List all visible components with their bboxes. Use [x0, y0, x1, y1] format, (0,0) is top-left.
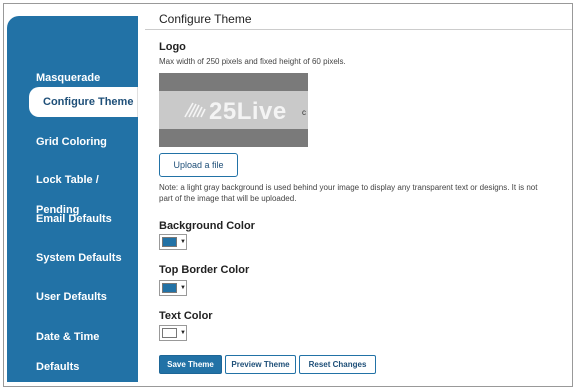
chevron-down-icon: ▼ — [180, 285, 186, 291]
title-divider — [145, 29, 572, 30]
preview-theme-button[interactable]: Preview Theme — [225, 355, 296, 374]
sidebar-item-lock-table-pending[interactable]: Lock Table / Pending — [7, 165, 138, 216]
logo-background: 25Live c — [159, 91, 308, 129]
chevron-down-icon: ▼ — [180, 239, 186, 245]
sidebar-item-email-defaults[interactable]: Email Defaults — [7, 204, 138, 234]
logo-wordmark: 25Live — [209, 98, 287, 125]
top-border-color-label: Top Border Color — [159, 264, 250, 276]
logo-preview: 25Live c — [159, 73, 308, 147]
logo-hint: Max width of 250 pixels and fixed height… — [159, 57, 346, 66]
sidebar-item-date-time-defaults[interactable]: Date & Time Defaults — [7, 322, 138, 373]
top-border-color-swatch — [162, 283, 177, 293]
note-line-1: Note: a light gray background is used be… — [159, 183, 538, 192]
logo-top-band — [159, 73, 308, 91]
background-color-picker[interactable]: ▼ — [159, 234, 187, 250]
logo-label: Logo — [159, 41, 186, 53]
upload-file-button[interactable]: Upload a file — [159, 153, 238, 177]
logo-rays-icon — [184, 102, 206, 118]
logo-cursor-mark: c — [302, 108, 306, 117]
sidebar-item-system-defaults[interactable]: System Defaults — [7, 243, 138, 273]
chevron-down-icon: ▼ — [180, 330, 186, 336]
text-color-swatch — [162, 328, 177, 338]
background-color-swatch — [162, 237, 177, 247]
save-theme-button[interactable]: Save Theme — [159, 355, 222, 374]
sidebar-item-user-defaults[interactable]: User Defaults — [7, 282, 138, 312]
reset-changes-button[interactable]: Reset Changes — [299, 355, 376, 374]
note-line-2: part of the image that will be uploaded. — [159, 194, 297, 203]
logo-bottom-band — [159, 129, 308, 147]
background-color-label: Background Color — [159, 220, 255, 232]
page-title: Configure Theme — [159, 12, 252, 26]
sidebar-item-configure-theme[interactable]: Configure Theme — [29, 87, 138, 117]
top-border-color-picker[interactable]: ▼ — [159, 280, 187, 296]
sidebar: Masquerade Configure Theme Grid Coloring… — [7, 16, 138, 382]
text-color-label: Text Color — [159, 310, 213, 322]
sidebar-item-grid-coloring[interactable]: Grid Coloring — [7, 127, 138, 157]
text-color-picker[interactable]: ▼ — [159, 325, 187, 341]
